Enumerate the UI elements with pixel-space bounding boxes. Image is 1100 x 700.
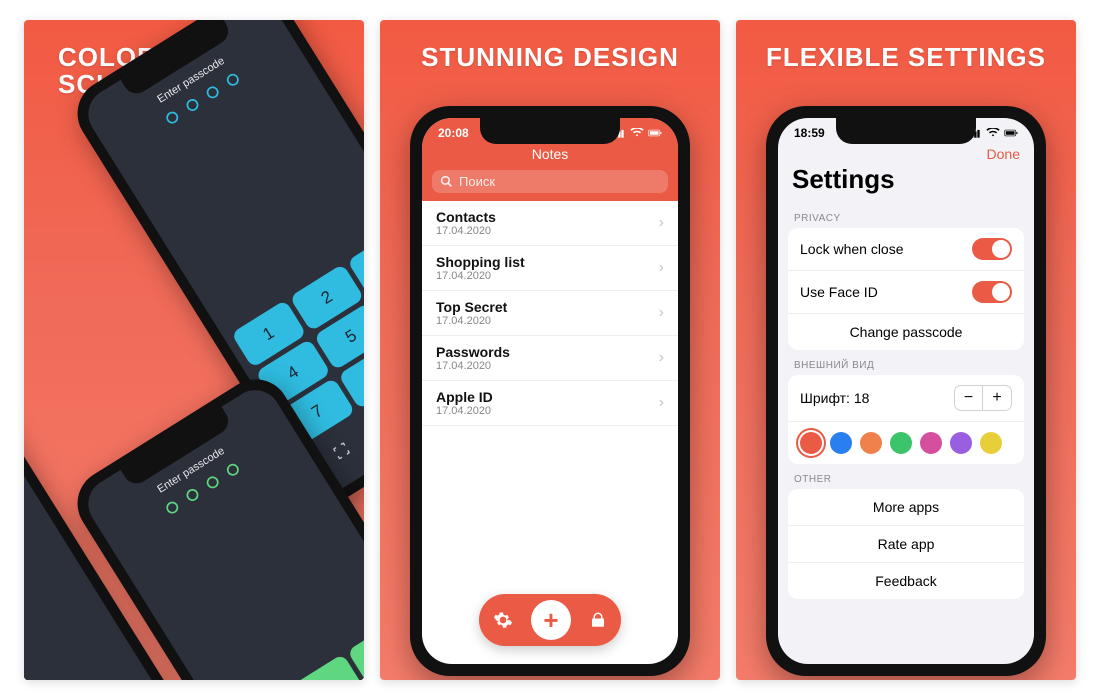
done-button[interactable]: Done bbox=[987, 146, 1020, 162]
bottom-action-bar: + bbox=[479, 594, 621, 646]
page-title: Settings bbox=[778, 162, 1034, 203]
row-change-passcode[interactable]: Change passcode bbox=[788, 314, 1024, 350]
color-swatches bbox=[788, 422, 1024, 464]
note-row[interactable]: Contacts17.04.2020 › bbox=[422, 201, 678, 246]
note-row[interactable]: Shopping list17.04.2020 › bbox=[422, 246, 678, 291]
toggle-faceid[interactable] bbox=[972, 281, 1012, 303]
search-input[interactable]: Поиск bbox=[432, 170, 668, 193]
chevron-right-icon: › bbox=[659, 304, 664, 322]
passcode-prompt: Enter passcode bbox=[79, 20, 287, 143]
row-face-id[interactable]: Use Face ID bbox=[788, 271, 1024, 314]
keypad: 1 2 3 4 5 6 7 8 9 0 ⌫ bbox=[231, 617, 364, 680]
row-font: Шрифт: 18 − + bbox=[788, 375, 1024, 422]
section-appearance-label: ВНЕШНИЙ ВИД bbox=[778, 350, 1034, 375]
settings-card-other: More apps Rate app Feedback bbox=[788, 489, 1024, 599]
swatch-5[interactable] bbox=[950, 432, 972, 454]
panel-title: STUNNING DESIGN bbox=[380, 44, 720, 71]
mock-phone-notes: 20:08 Notes Поиск Contacts bbox=[410, 106, 690, 676]
settings-card-appearance: Шрифт: 18 − + bbox=[788, 375, 1024, 464]
swatch-1[interactable] bbox=[830, 432, 852, 454]
mock-phone-settings: 18:59 Done Settings PRIVACY Lock when cl… bbox=[766, 106, 1046, 676]
settings-card-privacy: Lock when close Use Face ID Change passc… bbox=[788, 228, 1024, 350]
section-other-label: OTHER bbox=[778, 464, 1034, 489]
panel-stunning-design: STUNNING DESIGN 20:08 Notes bbox=[380, 20, 720, 680]
swatch-0[interactable] bbox=[800, 432, 822, 454]
panel-title: FLEXIBLE SETTINGS bbox=[736, 44, 1076, 71]
add-note-button[interactable]: + bbox=[531, 600, 571, 640]
status-time: 18:59 bbox=[794, 126, 825, 140]
settings-button[interactable] bbox=[493, 610, 513, 630]
chevron-right-icon: › bbox=[659, 349, 664, 367]
panel-color-schemes: COLOR SCHEMES Enter passcode 1 2 3 4 5 6… bbox=[24, 20, 364, 680]
swatch-3[interactable] bbox=[890, 432, 912, 454]
swatch-6[interactable] bbox=[980, 432, 1002, 454]
stepper-minus[interactable]: − bbox=[955, 386, 983, 410]
panel-flexible-settings: FLEXIBLE SETTINGS 18:59 Done Settings PR… bbox=[736, 20, 1076, 680]
chevron-right-icon: › bbox=[659, 214, 664, 232]
lock-button[interactable] bbox=[589, 611, 607, 629]
stepper-plus[interactable]: + bbox=[983, 386, 1011, 410]
notes-list: Contacts17.04.2020 › Shopping list17.04.… bbox=[422, 201, 678, 426]
search-placeholder: Поиск bbox=[459, 174, 495, 189]
note-row[interactable]: Passwords17.04.2020 › bbox=[422, 336, 678, 381]
section-privacy-label: PRIVACY bbox=[778, 203, 1034, 228]
toggle-lock[interactable] bbox=[972, 238, 1012, 260]
note-row[interactable]: Top Secret17.04.2020 › bbox=[422, 291, 678, 336]
chevron-right-icon: › bbox=[659, 394, 664, 412]
search-icon bbox=[440, 175, 453, 188]
font-stepper[interactable]: − + bbox=[954, 385, 1012, 411]
swatch-2[interactable] bbox=[860, 432, 882, 454]
row-rate-app[interactable]: Rate app bbox=[788, 526, 1024, 563]
chevron-right-icon: › bbox=[659, 259, 664, 277]
swatch-4[interactable] bbox=[920, 432, 942, 454]
note-row[interactable]: Apple ID17.04.2020 › bbox=[422, 381, 678, 426]
row-more-apps[interactable]: More apps bbox=[788, 489, 1024, 526]
row-lock-when-close[interactable]: Lock when close bbox=[788, 228, 1024, 271]
row-feedback[interactable]: Feedback bbox=[788, 563, 1024, 599]
status-time: 20:08 bbox=[438, 126, 469, 140]
